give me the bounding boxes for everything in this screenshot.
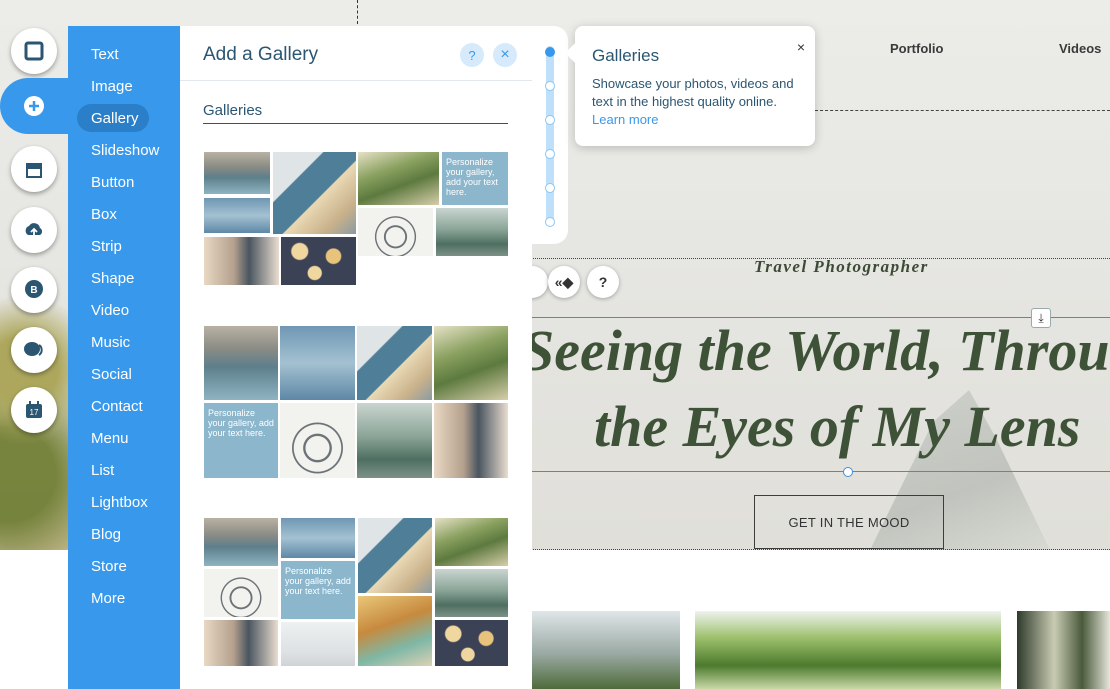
add-icon[interactable] <box>11 83 57 129</box>
category-more[interactable]: More <box>91 590 125 607</box>
thumb-mountains <box>435 569 508 617</box>
thumb-sea <box>204 518 278 566</box>
add-gallery-panel: Add a Gallery ? × Galleries Personalize … <box>180 26 532 689</box>
category-image[interactable]: Image <box>91 78 133 95</box>
thumb-bicycle <box>204 620 278 666</box>
help-icon[interactable]: ? <box>460 43 484 67</box>
thumb-ferris-wheel <box>358 208 433 256</box>
gallery-photo-plant[interactable] <box>1017 611 1110 689</box>
category-lightbox[interactable]: Lightbox <box>91 494 148 511</box>
placeholder-text: Personalize your gallery, add your text … <box>446 157 499 197</box>
learn-more-link[interactable]: Learn more <box>592 112 658 127</box>
resize-handle[interactable] <box>843 467 853 477</box>
site-tagline[interactable]: Travel Photographer <box>754 257 929 277</box>
category-strip[interactable]: Strip <box>91 238 122 255</box>
thumb-palms <box>435 518 508 566</box>
thumb-placeholder: Personalize your gallery, add your text … <box>281 561 355 619</box>
category-list[interactable]: List <box>91 462 114 479</box>
section-underline <box>203 123 508 124</box>
svg-text:B: B <box>30 285 37 296</box>
close-icon[interactable]: × <box>493 43 517 67</box>
thumb-placeholder: Personalize your gallery, add your text … <box>204 403 278 478</box>
thumb-mountains <box>357 403 432 478</box>
thumb-donuts <box>281 237 356 285</box>
headline-line-2: the Eyes of My Lens <box>594 394 1081 459</box>
headline-line-1: Seeing the World, Throu <box>522 318 1110 383</box>
category-slideshow[interactable]: Slideshow <box>91 142 159 159</box>
download-icon[interactable]: ⤓ <box>1031 308 1051 328</box>
thumb-donuts <box>435 620 508 666</box>
chat-icon[interactable] <box>11 327 57 373</box>
category-music[interactable]: Music <box>91 334 130 351</box>
thumb-water <box>204 198 270 233</box>
scroller-dot-1[interactable] <box>545 47 555 57</box>
section-divider <box>815 110 1110 111</box>
scroller-dot-5[interactable] <box>545 183 555 193</box>
blog-icon[interactable]: B <box>11 267 57 313</box>
category-social[interactable]: Social <box>91 366 132 383</box>
thumb-beach-hut <box>273 152 356 234</box>
placeholder-text: Personalize your gallery, add your text … <box>208 408 274 438</box>
calendar-icon[interactable]: 17 <box>11 387 57 433</box>
thumb-bicycle <box>204 237 279 285</box>
thumb-autumn-chairs <box>358 596 432 666</box>
panel-title: Add a Gallery <box>203 44 319 65</box>
thumb-palms <box>434 326 508 400</box>
category-button[interactable]: Button <box>91 174 134 191</box>
galleries-tooltip: Galleries × Showcase your photos, videos… <box>575 26 815 146</box>
thumb-misty-pier <box>281 622 355 666</box>
thumb-beach-hut <box>357 326 432 400</box>
store-icon[interactable] <box>11 146 57 192</box>
get-in-the-mood-button[interactable]: GET IN THE MOOD <box>754 495 944 549</box>
scroller-dot-6[interactable] <box>545 217 555 227</box>
nav-link-portfolio[interactable]: Portfolio <box>890 41 943 56</box>
category-text[interactable]: Text <box>91 46 119 63</box>
category-video[interactable]: Video <box>91 302 129 319</box>
category-shape[interactable]: Shape <box>91 270 134 287</box>
tooltip-body: Showcase your photos, videos and text in… <box>592 75 797 129</box>
help-icon[interactable]: ? <box>587 266 619 298</box>
thumb-palms <box>358 152 439 205</box>
tooltip-text: Showcase your photos, videos and text in… <box>592 76 794 109</box>
thumb-water <box>281 518 355 558</box>
section-divider <box>530 549 1110 550</box>
background-icon[interactable] <box>11 28 57 74</box>
upload-icon[interactable] <box>11 207 57 253</box>
thumb-sea <box>204 326 278 400</box>
gallery-photo-garden[interactable] <box>695 611 1001 689</box>
thumb-bicycle <box>434 403 508 478</box>
category-contact[interactable]: Contact <box>91 398 143 415</box>
category-store[interactable]: Store <box>91 558 127 575</box>
thumb-mountains <box>436 208 508 256</box>
animation-icon[interactable]: «◆ <box>548 266 580 298</box>
category-gallery[interactable]: Gallery <box>91 110 139 127</box>
category-box[interactable]: Box <box>91 206 117 223</box>
svg-text:17: 17 <box>30 408 39 417</box>
scroller-dot-3[interactable] <box>545 115 555 125</box>
guide-line <box>357 0 358 24</box>
thumb-water <box>280 326 355 400</box>
close-icon[interactable]: × <box>797 39 805 55</box>
tooltip-title: Galleries <box>592 46 660 65</box>
scroller-dot-4[interactable] <box>545 149 555 159</box>
category-blog[interactable]: Blog <box>91 526 121 543</box>
thumb-ferris-wheel <box>204 569 278 617</box>
thumb-ferris-wheel <box>280 403 355 478</box>
site-headline[interactable]: Seeing the World, Throu the Eyes of My L… <box>522 312 1110 470</box>
nav-link-videos[interactable]: Videos <box>1059 41 1101 56</box>
thumb-sea <box>204 152 270 194</box>
section-title-galleries: Galleries <box>203 102 263 119</box>
thumb-beach-hut <box>358 518 432 593</box>
scroller-track <box>546 46 554 226</box>
panel-header-divider <box>180 80 532 81</box>
placeholder-text: Personalize your gallery, add your text … <box>285 566 351 596</box>
thumb-placeholder: Personalize your gallery, add your text … <box>442 152 508 205</box>
scroller-dot-2[interactable] <box>545 81 555 91</box>
category-menu[interactable]: Menu <box>91 430 129 447</box>
section-scroller[interactable] <box>532 26 568 244</box>
gallery-photo-mountain[interactable] <box>532 611 680 689</box>
